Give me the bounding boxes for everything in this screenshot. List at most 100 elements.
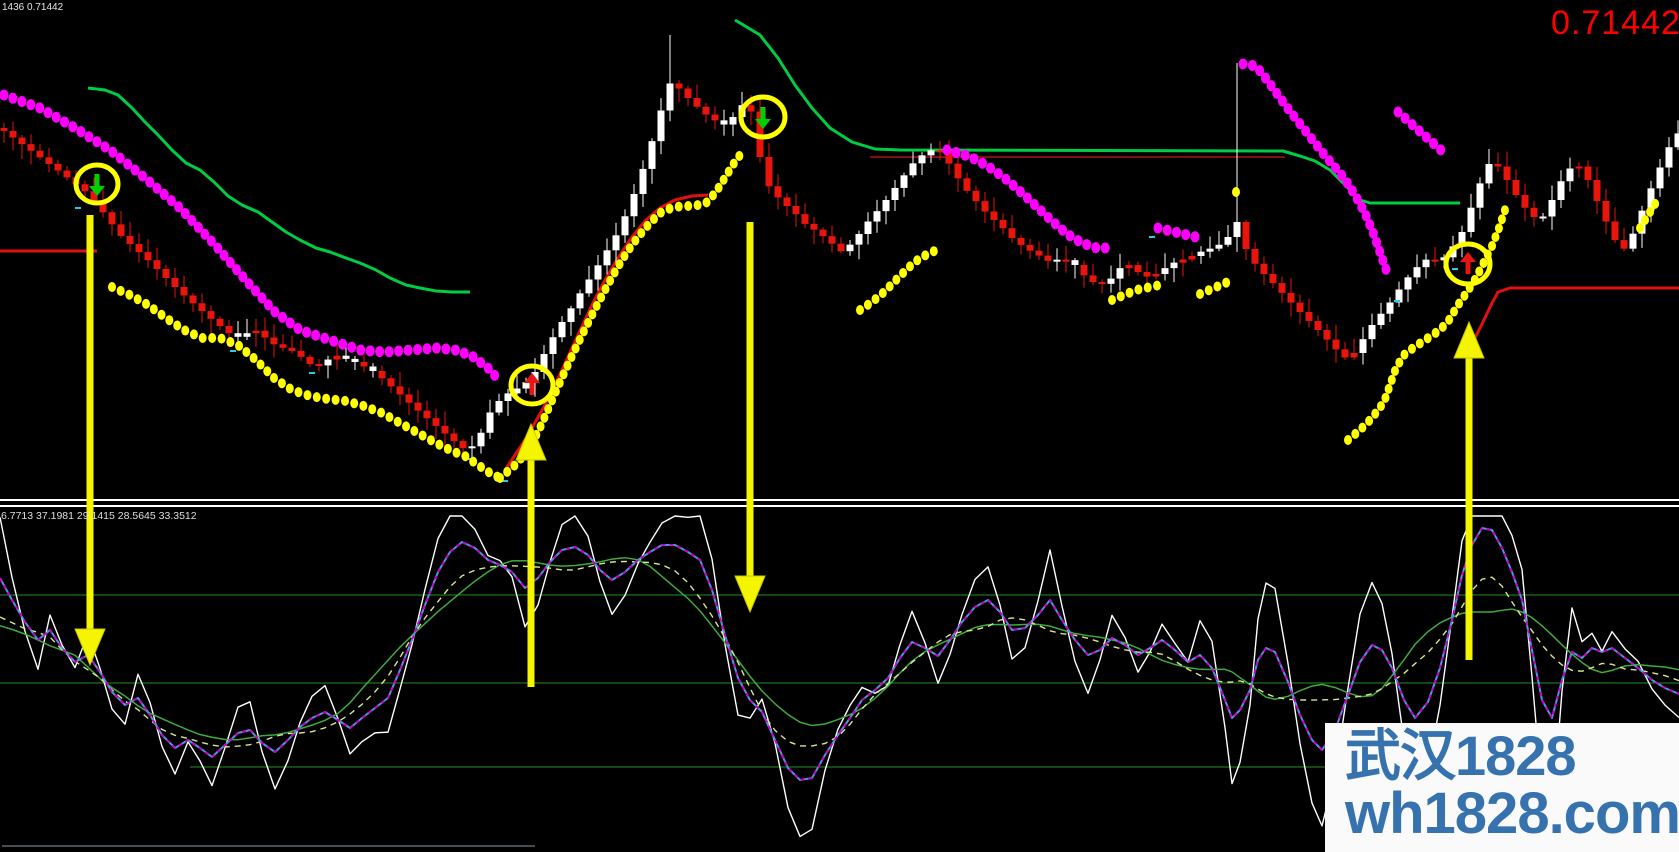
magenta-dot [1381, 263, 1391, 275]
yellow-dot [601, 284, 610, 295]
candle-bullish [1566, 168, 1574, 182]
candle-bullish [1224, 237, 1232, 245]
candle-bullish [1368, 325, 1376, 340]
candle-bearish [405, 394, 413, 403]
yellow-dot [559, 369, 568, 380]
candle-bullish [1656, 167, 1664, 189]
candle-bearish [216, 318, 224, 326]
yellow-dot [1358, 422, 1367, 433]
yellow-dot [631, 235, 640, 246]
candle-bearish [1134, 265, 1142, 272]
panel-separator-line[interactable] [0, 505, 1679, 507]
candle-bearish [171, 278, 179, 287]
candle-bearish [1332, 339, 1340, 350]
candle-bullish [882, 200, 890, 212]
magenta-dot [375, 346, 385, 358]
candle-bearish [153, 260, 161, 269]
yellow-dot [1445, 314, 1454, 325]
yellow-dot [484, 467, 493, 478]
candle-bullish [1359, 339, 1367, 353]
candle-bearish [396, 386, 404, 395]
candle-bearish [1296, 302, 1304, 312]
yellow-dot [921, 250, 930, 261]
yellow-dot [341, 395, 350, 406]
candle-bearish [261, 330, 269, 338]
yellow-dot [1641, 214, 1650, 225]
candle-bearish [810, 223, 818, 230]
magenta-dot [1100, 242, 1110, 254]
candle-bearish [63, 170, 71, 178]
watermark-line1: 武汉1828 [1345, 724, 1577, 787]
candle-bearish [1323, 330, 1331, 340]
yellow-dot [649, 214, 658, 225]
yellow-dot [1491, 232, 1500, 243]
candle-bearish [792, 206, 800, 215]
candle-bullish [1206, 248, 1214, 252]
yellow-dot [141, 298, 150, 309]
magenta-dot [977, 157, 987, 169]
yellow-dot [368, 404, 377, 415]
yellow-dot [242, 346, 251, 357]
yellow-dot [544, 404, 553, 415]
candle-bullish [1170, 262, 1178, 269]
yellow-dot [1204, 285, 1213, 296]
candle-bearish [135, 244, 143, 253]
candle-bearish [225, 326, 233, 334]
yellow-dot [588, 309, 597, 320]
yellow-dot [615, 259, 624, 270]
candle-bearish [1242, 222, 1250, 249]
candle-bearish [1521, 195, 1529, 208]
yellow-dot [913, 255, 922, 266]
candle-bearish [1620, 240, 1628, 249]
candle-bullish [900, 175, 908, 188]
candle-bullish [621, 216, 629, 236]
yellow-dot [863, 299, 872, 310]
candle-bullish [1197, 251, 1205, 256]
panel-separator-line[interactable] [0, 499, 1679, 501]
magenta-dot [441, 343, 451, 355]
candle-bearish [1035, 250, 1043, 256]
candle-bearish [162, 269, 170, 278]
magenta-dot [422, 343, 432, 355]
magenta-dot [51, 111, 61, 123]
candle-bearish [1611, 221, 1619, 241]
yellow-dot [899, 267, 908, 278]
candle-bearish [81, 184, 89, 192]
yellow-dot [702, 197, 711, 208]
yellow-dot [1479, 257, 1488, 268]
yellow-dot [665, 203, 674, 214]
candle-bearish [297, 350, 305, 357]
candle-bullish [549, 337, 557, 354]
candle-bullish [1386, 302, 1394, 314]
magenta-dot [43, 107, 53, 119]
magenta-dot [403, 344, 413, 356]
yellow-dot [510, 460, 519, 471]
candle-bearish [252, 330, 260, 334]
yellow-dot [1371, 408, 1380, 419]
candle-bearish [954, 163, 962, 179]
magenta-dot [130, 164, 140, 176]
cyan-tick [1149, 236, 1155, 238]
candle-bearish [279, 344, 287, 348]
candle-bearish [441, 425, 449, 434]
indicator-values-text: 6.7713 37.1981 29.1415 28.5645 33.3512 [1, 510, 197, 522]
yellow-dot [606, 275, 615, 286]
candle-bullish [657, 110, 665, 142]
candle-bearish [117, 224, 125, 236]
candle-bearish [108, 212, 116, 225]
yellow-dot [249, 353, 258, 364]
yellow-dot [1494, 223, 1503, 234]
candle-bullish [1422, 259, 1430, 268]
candle-bullish [1071, 260, 1079, 265]
candle-bearish [747, 105, 755, 112]
candle-bullish [1215, 244, 1223, 249]
magenta-dot [1436, 144, 1446, 156]
candle-bullish [1629, 233, 1637, 249]
yellow-dot [1384, 383, 1393, 394]
yellow-dot [198, 333, 207, 343]
magenta-dot [993, 168, 1003, 180]
candle-bullish [576, 293, 584, 309]
candle-bearish [1089, 275, 1097, 283]
magenta-dot [365, 345, 375, 357]
yellow-dot [1365, 415, 1374, 426]
